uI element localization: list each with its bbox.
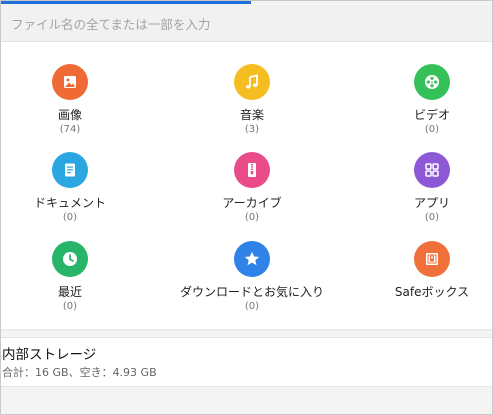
- category-label: 画像: [57, 108, 82, 122]
- music-note-icon: [234, 64, 270, 100]
- category-grid: 画像 (74) 音楽 (3) ビデオ (0) ドキュメント (0) アーカイブ …: [1, 42, 492, 329]
- category-documents[interactable]: ドキュメント (0): [1, 152, 150, 232]
- category-count: (3): [244, 124, 260, 135]
- category-count: (0): [244, 212, 260, 223]
- category-count: (74): [59, 124, 81, 135]
- category-video[interactable]: ビデオ (0): [352, 64, 492, 144]
- category-safe-box[interactable]: Safeボックス: [352, 241, 492, 321]
- film-reel-icon: [414, 64, 450, 100]
- safe-lock-icon: [414, 241, 450, 277]
- search-bar: [1, 5, 492, 43]
- image-icon: [52, 64, 88, 100]
- category-label: Safeボックス: [394, 285, 470, 299]
- apps-grid-icon: [414, 152, 450, 188]
- category-count: (0): [244, 301, 260, 312]
- internal-storage-item[interactable]: 内部ストレージ 合計：16 GB、空き：4.93 GB: [1, 337, 492, 387]
- file-manager-window: 画像 (74) 音楽 (3) ビデオ (0) ドキュメント (0): [0, 0, 493, 415]
- category-label: ビデオ: [413, 108, 450, 122]
- storage-detail: 合計：16 GB、空き：4.93 GB: [2, 366, 157, 379]
- category-label: アーカイブ: [222, 196, 282, 210]
- star-icon: [234, 241, 270, 277]
- category-count: (0): [62, 212, 78, 223]
- clock-icon: [52, 241, 88, 277]
- category-label: 最近: [57, 285, 82, 299]
- category-label: ドキュメント: [33, 196, 106, 210]
- category-images[interactable]: 画像 (74): [1, 64, 150, 144]
- category-archives[interactable]: アーカイブ (0): [172, 152, 332, 232]
- loading-progress-bar: [1, 1, 251, 4]
- category-count: (0): [424, 212, 440, 223]
- category-count: (0): [62, 301, 78, 312]
- zip-archive-icon: [234, 152, 270, 188]
- category-count: (0): [424, 124, 440, 135]
- category-label: アプリ: [413, 196, 450, 210]
- search-input[interactable]: [9, 5, 483, 43]
- category-music[interactable]: 音楽 (3): [172, 64, 332, 144]
- category-label: ダウンロードとお気に入り: [179, 285, 324, 299]
- storage-title: 内部ストレージ: [2, 347, 97, 363]
- category-downloads-favorites[interactable]: ダウンロードとお気に入り (0): [172, 241, 332, 321]
- document-icon: [52, 152, 88, 188]
- category-label: 音楽: [239, 108, 264, 122]
- category-apps[interactable]: アプリ (0): [352, 152, 492, 232]
- category-recent[interactable]: 最近 (0): [1, 241, 150, 321]
